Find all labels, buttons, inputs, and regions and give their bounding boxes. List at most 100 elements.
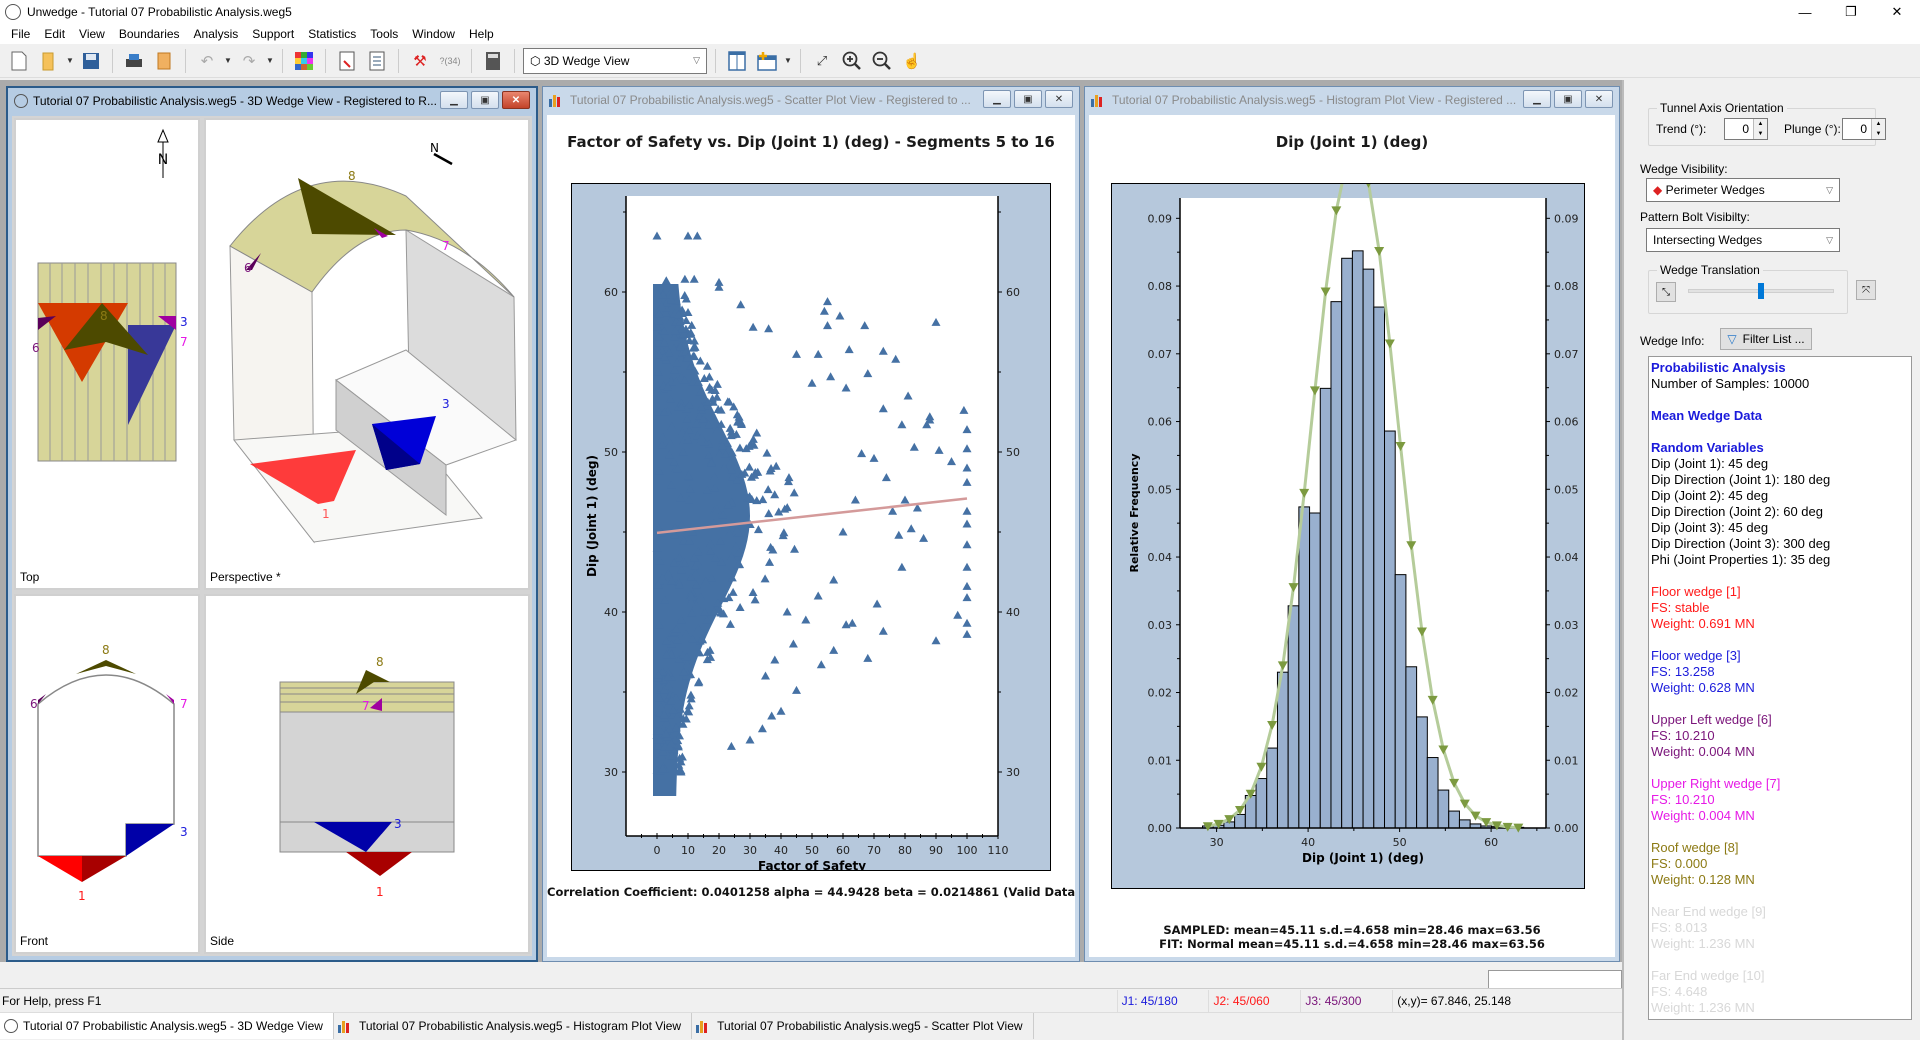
view-select-dropdown[interactable]: ⬡ 3D Wedge View ▽: [523, 47, 707, 74]
x-tick-label: 30: [743, 844, 757, 857]
command-box[interactable]: [1488, 970, 1622, 990]
minimize-button[interactable]: —: [1782, 0, 1828, 24]
x-tick-label: 0: [654, 844, 661, 857]
calculator-icon[interactable]: [480, 48, 506, 74]
plunge-spinner[interactable]: 0 ▲ ▼: [1842, 118, 1886, 140]
project-settings-icon[interactable]: [291, 48, 317, 74]
wedge-view-title: Tutorial 07 Probabilistic Analysis.weg5 …: [33, 94, 437, 108]
menu-help[interactable]: Help: [462, 27, 501, 41]
close-window-button[interactable]: ✕: [1045, 90, 1073, 108]
zoom-in-icon[interactable]: [839, 48, 865, 74]
print-icon[interactable]: [121, 48, 147, 74]
menu-boundaries[interactable]: Boundaries: [112, 27, 187, 41]
redo-icon[interactable]: ↷: [236, 48, 262, 74]
histogram-bar: [1437, 789, 1450, 829]
doc-tab-scatter[interactable]: Tutorial 07 Probabilistic Analysis.weg5 …: [692, 1013, 1034, 1039]
wedge-info-list[interactable]: Probabilistic Analysis Number of Samples:…: [1648, 356, 1912, 1020]
new-file-icon[interactable]: [6, 48, 32, 74]
restore-window-button[interactable]: ▣: [471, 91, 499, 109]
menu-analysis[interactable]: Analysis: [187, 27, 246, 41]
toolbar-separator: [282, 48, 283, 73]
minimize-window-button[interactable]: ▁: [1523, 90, 1551, 108]
pan-icon[interactable]: ☝: [899, 48, 925, 74]
scatter-plot-titlebar[interactable]: Tutorial 07 Probabilistic Analysis.weg5 …: [543, 87, 1079, 113]
minimize-window-button[interactable]: ▁: [440, 91, 468, 109]
spin-down-icon[interactable]: ▼: [1758, 131, 1764, 137]
wedge-reset-icon: ⤡: [1662, 286, 1670, 298]
menu-window[interactable]: Window: [405, 27, 462, 41]
redo-dropdown-icon[interactable]: ▼: [266, 56, 274, 65]
menu-view[interactable]: View: [72, 27, 112, 41]
filter-list-button[interactable]: ▽ Filter List ...: [1720, 328, 1812, 350]
save-icon[interactable]: [78, 48, 104, 74]
histogram-bar: [1394, 574, 1407, 829]
tile-vertical-icon[interactable]: [724, 48, 750, 74]
svg-text:6: 6: [244, 261, 252, 275]
histogram-plot[interactable]: 0.00 0.00 0.01 0.01 0.02 0.02 0.03 0.03 0.04 0.04…: [1112, 146, 1584, 888]
mdi-client-area: Tutorial 07 Probabilistic Analysis.weg5 …: [0, 80, 1622, 962]
top-view-pane[interactable]: N 8 6 3 7 Top: [14, 118, 200, 590]
toolbar-separator: [715, 48, 716, 73]
spin-up-icon[interactable]: ▲: [1876, 121, 1882, 127]
compute-icon[interactable]: ⚒: [407, 48, 433, 74]
toolbar: ▼ ↶ ▼ ↷ ▼ ⚒ ?(34) ⬡ 3D Wedge View ▽ ▼ ⤢ …: [0, 44, 1920, 78]
close-window-button[interactable]: ✕: [502, 91, 530, 109]
close-window-button[interactable]: ✕: [1585, 90, 1613, 108]
y-tick-label-right: 40: [1006, 606, 1020, 619]
spin-down-icon[interactable]: ▼: [1876, 131, 1882, 137]
wedge-visibility-label: Wedge Visibility:: [1640, 162, 1728, 176]
restore-window-button[interactable]: ▣: [1014, 90, 1042, 108]
minimize-window-button[interactable]: ▁: [983, 90, 1011, 108]
doc-tab-3d-wedge-view[interactable]: Tutorial 07 Probabilistic Analysis.weg5 …: [0, 1013, 334, 1039]
close-button[interactable]: ✕: [1874, 0, 1920, 24]
histogram-bar: [1341, 257, 1353, 829]
pane-label-perspective: Perspective *: [210, 570, 281, 584]
side-view-pane[interactable]: 8 7 3 1 Side: [204, 594, 530, 954]
y-tick-label: 0.05: [1148, 483, 1173, 496]
histogram-bar: [1298, 506, 1311, 829]
restore-window-button[interactable]: ▣: [1554, 90, 1582, 108]
front-view-pane[interactable]: 8 6 7 3 1 Front: [14, 594, 200, 954]
histogram-bar: [1330, 301, 1343, 829]
export-icon[interactable]: [151, 48, 177, 74]
new-window-dropdown-icon[interactable]: ▼: [784, 56, 792, 65]
joint-properties-icon[interactable]: [364, 48, 390, 74]
translate-reset-button[interactable]: ⤡: [1656, 282, 1676, 302]
input-data-icon[interactable]: [334, 48, 360, 74]
chart-icon: [1091, 93, 1107, 107]
doc-tab-histogram[interactable]: Tutorial 07 Probabilistic Analysis.weg5 …: [334, 1013, 693, 1039]
new-window-icon[interactable]: [754, 48, 780, 74]
translate-explode-button[interactable]: ⤧: [1856, 280, 1876, 300]
info-viewer-icon[interactable]: ?(34): [437, 48, 463, 74]
menu-support[interactable]: Support: [245, 27, 301, 41]
wedge-translation-slider[interactable]: [1758, 283, 1764, 299]
menu-file[interactable]: File: [4, 27, 37, 41]
wedge-view-icon: ⬡: [530, 53, 544, 68]
spin-up-icon[interactable]: ▲: [1758, 121, 1764, 127]
open-dropdown-icon[interactable]: ▼: [66, 56, 74, 65]
wedge-view-titlebar[interactable]: Tutorial 07 Probabilistic Analysis.weg5 …: [8, 88, 536, 114]
histogram-titlebar[interactable]: Tutorial 07 Probabilistic Analysis.weg5 …: [1085, 87, 1619, 113]
undo-icon[interactable]: ↶: [194, 48, 220, 74]
zoom-out-icon[interactable]: [869, 48, 895, 74]
x-tick-label: 40: [774, 844, 788, 857]
floor-wedge-1-shade: [82, 856, 126, 882]
perspective-view-pane[interactable]: 8 6 7 3 1 N Perspective *: [204, 118, 530, 590]
wedge-visibility-dropdown[interactable]: ◆ Perimeter Wedges ▽: [1646, 178, 1840, 202]
histogram-bar: [1426, 757, 1439, 829]
trend-spinner[interactable]: 0 ▲ ▼: [1724, 118, 1768, 140]
bolt-visibility-dropdown[interactable]: Intersecting Wedges ▽: [1646, 228, 1840, 252]
x-tick-label: 110: [988, 844, 1009, 857]
info-line: FS: 4.648: [1651, 984, 1708, 999]
open-folder-icon[interactable]: [36, 48, 62, 74]
info-line: Dip Direction (Joint 3): 300 deg: [1651, 536, 1831, 551]
maximize-button[interactable]: ❐: [1828, 0, 1874, 24]
y-tick-label: 30: [604, 766, 618, 779]
menu-edit[interactable]: Edit: [37, 27, 72, 41]
menu-tools[interactable]: Tools: [363, 27, 405, 41]
zoom-extents-icon[interactable]: ⤢: [809, 48, 835, 74]
scatter-plot[interactable]: 0 10 20 30 40 50 60 70 80 90 100 110 30 30 40 40 50 50 60 6…: [572, 184, 1050, 873]
menu-statistics[interactable]: Statistics: [301, 27, 363, 41]
undo-dropdown-icon[interactable]: ▼: [224, 56, 232, 65]
